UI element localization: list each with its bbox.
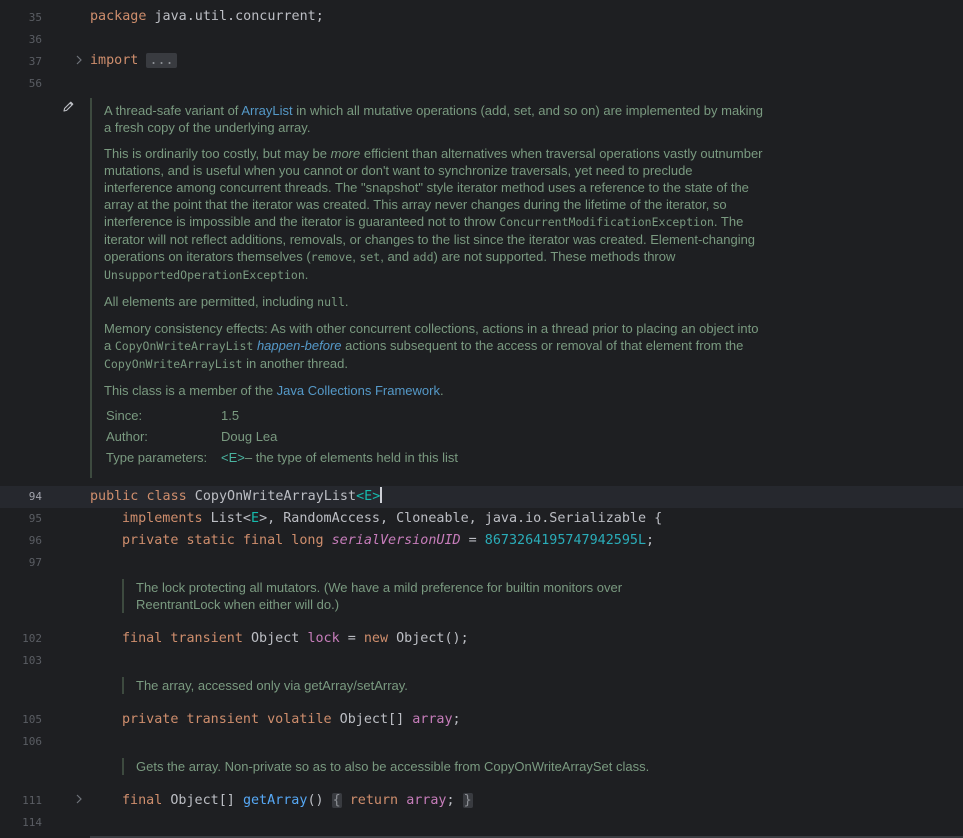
doc-paragraph: A thread-safe variant of ArrayList in wh… (104, 103, 764, 135)
doc-paragraph: Memory consistency effects: As with othe… (104, 321, 759, 371)
doc-tag-type-params: Type parameters: <E> – the type of elemen… (106, 450, 459, 465)
line-number: 103 (22, 654, 42, 667)
line-number: 36 (28, 33, 42, 46)
fold-arrow-icon[interactable] (75, 794, 83, 804)
doc-paragraph: All elements are permitted, including nu… (104, 294, 349, 309)
text-caret (380, 487, 383, 503)
code-line-37: import ... (90, 50, 177, 72)
code-line-35: package java.util.concurrent; (90, 9, 324, 24)
doc-paragraph: This class is a member of the Java Colle… (104, 383, 444, 398)
code-line-94: public class CopyOnWriteArrayList<E> (90, 487, 383, 504)
code-line-102: final transient Object lock = new Object… (122, 631, 469, 646)
doc-link-arraylist[interactable]: ArrayList (241, 103, 292, 118)
fold-arrow-icon[interactable] (75, 55, 83, 65)
code-line-111: final Object[] getArray() { return array… (122, 793, 473, 808)
method-javadoc-getarray: Gets the array. Non-private so as to als… (122, 758, 756, 775)
doc-paragraph: This is ordinarily too costly, but may b… (104, 146, 763, 282)
doc-tag-since: Since: 1.5 (106, 408, 240, 423)
folded-method-body-close[interactable]: } (462, 793, 473, 808)
line-number: 95 (28, 512, 42, 525)
line-number: 102 (22, 632, 42, 645)
class-javadoc: A thread-safe variant of ArrayList in wh… (90, 98, 764, 478)
field-javadoc-lock: The lock protecting all mutators. (We ha… (122, 579, 696, 613)
line-number: 105 (22, 713, 42, 726)
line-number: 114 (22, 816, 42, 829)
doc-tag-author: Author: Doug Lea (106, 429, 278, 444)
pencil-icon[interactable] (62, 98, 75, 117)
code-line-105: private transient volatile Object[] arra… (122, 712, 461, 727)
line-number: 106 (22, 735, 42, 748)
line-number: 56 (28, 77, 42, 90)
line-number: 97 (28, 556, 42, 569)
folded-imports[interactable]: ... (146, 53, 177, 68)
code-line-96: private static final long serialVersionU… (122, 533, 655, 548)
line-number: 35 (28, 11, 42, 24)
field-javadoc-array: The array, accessed only via getArray/se… (122, 677, 696, 694)
doc-link-collections-framework[interactable]: Java Collections Framework (277, 383, 440, 398)
line-number: 37 (28, 55, 42, 68)
doc-link-happen-before[interactable]: happen-before (257, 338, 342, 353)
line-number: 96 (28, 534, 42, 547)
line-number-current: 94 (28, 490, 42, 503)
code-editor[interactable]: 35 36 37 56 94 95 96 97 102 103 105 106 … (0, 0, 963, 838)
code-line-95: implements List<E>, RandomAccess, Clonea… (122, 511, 663, 526)
folded-method-body-open[interactable]: { (331, 793, 342, 808)
line-number: 111 (22, 794, 42, 807)
